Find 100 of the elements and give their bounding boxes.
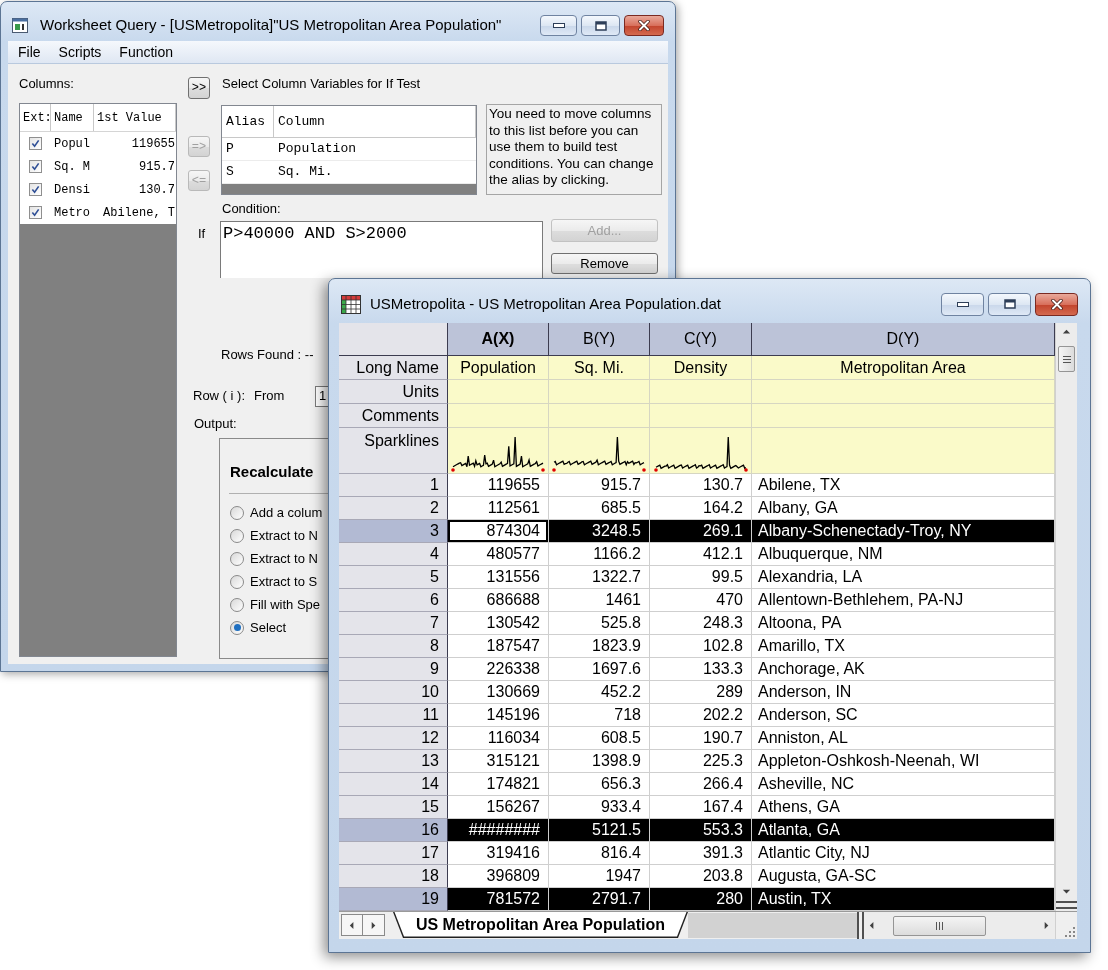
maximize-button[interactable] (988, 292, 1031, 316)
splitter-bar[interactable] (857, 912, 864, 939)
move-button[interactable]: >> (188, 77, 210, 99)
row-header[interactable]: 17 (339, 842, 448, 865)
radio-button[interactable] (230, 551, 244, 566)
right-arrow-icon (369, 920, 378, 930)
table-cell: Atlanta, GA (752, 819, 1055, 842)
table-cell: Anderson, IN (752, 681, 1055, 704)
previous-sheet-button[interactable] (342, 915, 363, 935)
row-header[interactable]: 2 (339, 497, 448, 520)
minimize-button[interactable] (941, 292, 984, 316)
checkbox[interactable] (29, 160, 42, 173)
row-label[interactable]: Sparklines (339, 428, 448, 474)
grip-icon (936, 921, 943, 930)
sheet-header[interactable]: B(Y) (549, 323, 650, 356)
list-cell-text: 130.7 (138, 181, 176, 199)
sheet-header[interactable]: D(Y) (752, 323, 1055, 356)
row-header[interactable]: 13 (339, 750, 448, 773)
menu-item[interactable]: Scripts (53, 41, 107, 63)
table-cell: 1461 (549, 589, 650, 612)
scroll-thumb[interactable] (893, 915, 986, 936)
row-label[interactable]: Comments (339, 404, 448, 428)
row-header[interactable]: 3 (339, 520, 448, 543)
table-cell: Density (650, 356, 752, 380)
splitter-bar[interactable] (1056, 901, 1077, 909)
table-cell: 266.4 (650, 773, 752, 796)
row-header[interactable]: 14 (339, 773, 448, 796)
list-header[interactable]: 1st Value (94, 104, 176, 131)
table-cell: 289 (650, 681, 752, 704)
list-header[interactable]: Name (51, 104, 94, 131)
table-cell: 225.3 (650, 750, 752, 773)
checkbox[interactable] (29, 206, 42, 219)
vertical-scrollbar[interactable] (1055, 323, 1077, 911)
table-cell: Sq. Mi. (549, 356, 650, 380)
condition-button[interactable]: Remove (551, 253, 658, 274)
table-cell: 608.5 (549, 727, 650, 750)
table-cell: 816.4 (549, 842, 650, 865)
row-header[interactable]: 11 (339, 704, 448, 727)
row-label[interactable]: Units (339, 380, 448, 404)
close-button[interactable] (1035, 292, 1078, 316)
row-header[interactable]: 4 (339, 543, 448, 566)
columns-label: Columns: (19, 76, 75, 92)
row-header[interactable]: 9 (339, 658, 448, 681)
table-cell: 781572 (448, 888, 549, 911)
row-header[interactable]: 16 (339, 819, 448, 842)
close-button[interactable] (624, 15, 664, 36)
radio-button[interactable] (230, 574, 244, 589)
table-cell: 718 (549, 704, 650, 727)
next-sheet-button[interactable] (363, 915, 384, 935)
sheet-header[interactable]: C(Y) (650, 323, 752, 356)
radio-button[interactable] (230, 620, 244, 635)
table-cell: 412.1 (650, 543, 752, 566)
table-cell-text: P (225, 140, 235, 159)
condition-field[interactable]: P>40000 AND S>2000 (220, 221, 543, 278)
maximize-button[interactable] (581, 15, 620, 36)
list-cell-text: Metro (53, 204, 91, 222)
table-cell: 130542 (448, 612, 549, 635)
row-label[interactable]: Long Name (339, 356, 448, 380)
radio-button[interactable] (230, 597, 244, 612)
radio-button[interactable] (230, 505, 244, 520)
row-header[interactable]: 12 (339, 727, 448, 750)
list-cell-text: Sq. M (53, 158, 91, 176)
radio-button[interactable] (230, 528, 244, 543)
row-header[interactable]: 1 (339, 474, 448, 497)
table-cell: 99.5 (650, 566, 752, 589)
table-header[interactable]: Column (274, 106, 476, 137)
table-cell: 102.8 (650, 635, 752, 658)
row-header[interactable]: 5 (339, 566, 448, 589)
table-cell: 685.5 (549, 497, 650, 520)
grip-icon (1062, 355, 1071, 363)
checkbox[interactable] (29, 137, 42, 150)
radio-label: Extract to N (250, 526, 318, 545)
if-label: If (198, 226, 206, 241)
scroll-thumb[interactable] (1058, 346, 1075, 372)
sheet-tab[interactable]: US Metropolitan Area Population (393, 912, 688, 938)
table-cell: 269.1 (650, 520, 752, 543)
table-cell: 452.2 (549, 681, 650, 704)
row-header[interactable]: 6 (339, 589, 448, 612)
row-header[interactable]: 18 (339, 865, 448, 888)
menu-item[interactable]: File (13, 41, 46, 63)
row-header[interactable]: 10 (339, 681, 448, 704)
list-header[interactable]: Ext: (20, 104, 51, 131)
radio-label: Extract to S (250, 572, 318, 591)
menu-item[interactable]: Function (114, 41, 179, 63)
table-cell: 656.3 (549, 773, 650, 796)
from-field[interactable]: 1 (315, 385, 328, 407)
checkbox[interactable] (29, 183, 42, 196)
row-header[interactable]: 19 (339, 888, 448, 911)
row-header[interactable]: 7 (339, 612, 448, 635)
table-cell: 119655 (448, 474, 549, 497)
table-cell: 112561 (448, 497, 549, 520)
minimize-button[interactable] (540, 15, 577, 36)
table-cell: Anderson, SC (752, 704, 1055, 727)
radio-label: Add a colum (250, 503, 323, 522)
table-corner[interactable] (339, 323, 448, 356)
row-header[interactable]: 8 (339, 635, 448, 658)
table-header[interactable]: Alias (222, 106, 274, 137)
row-header[interactable]: 15 (339, 796, 448, 819)
table-cell: 1166.2 (549, 543, 650, 566)
sheet-header[interactable]: A(X) (448, 323, 549, 356)
